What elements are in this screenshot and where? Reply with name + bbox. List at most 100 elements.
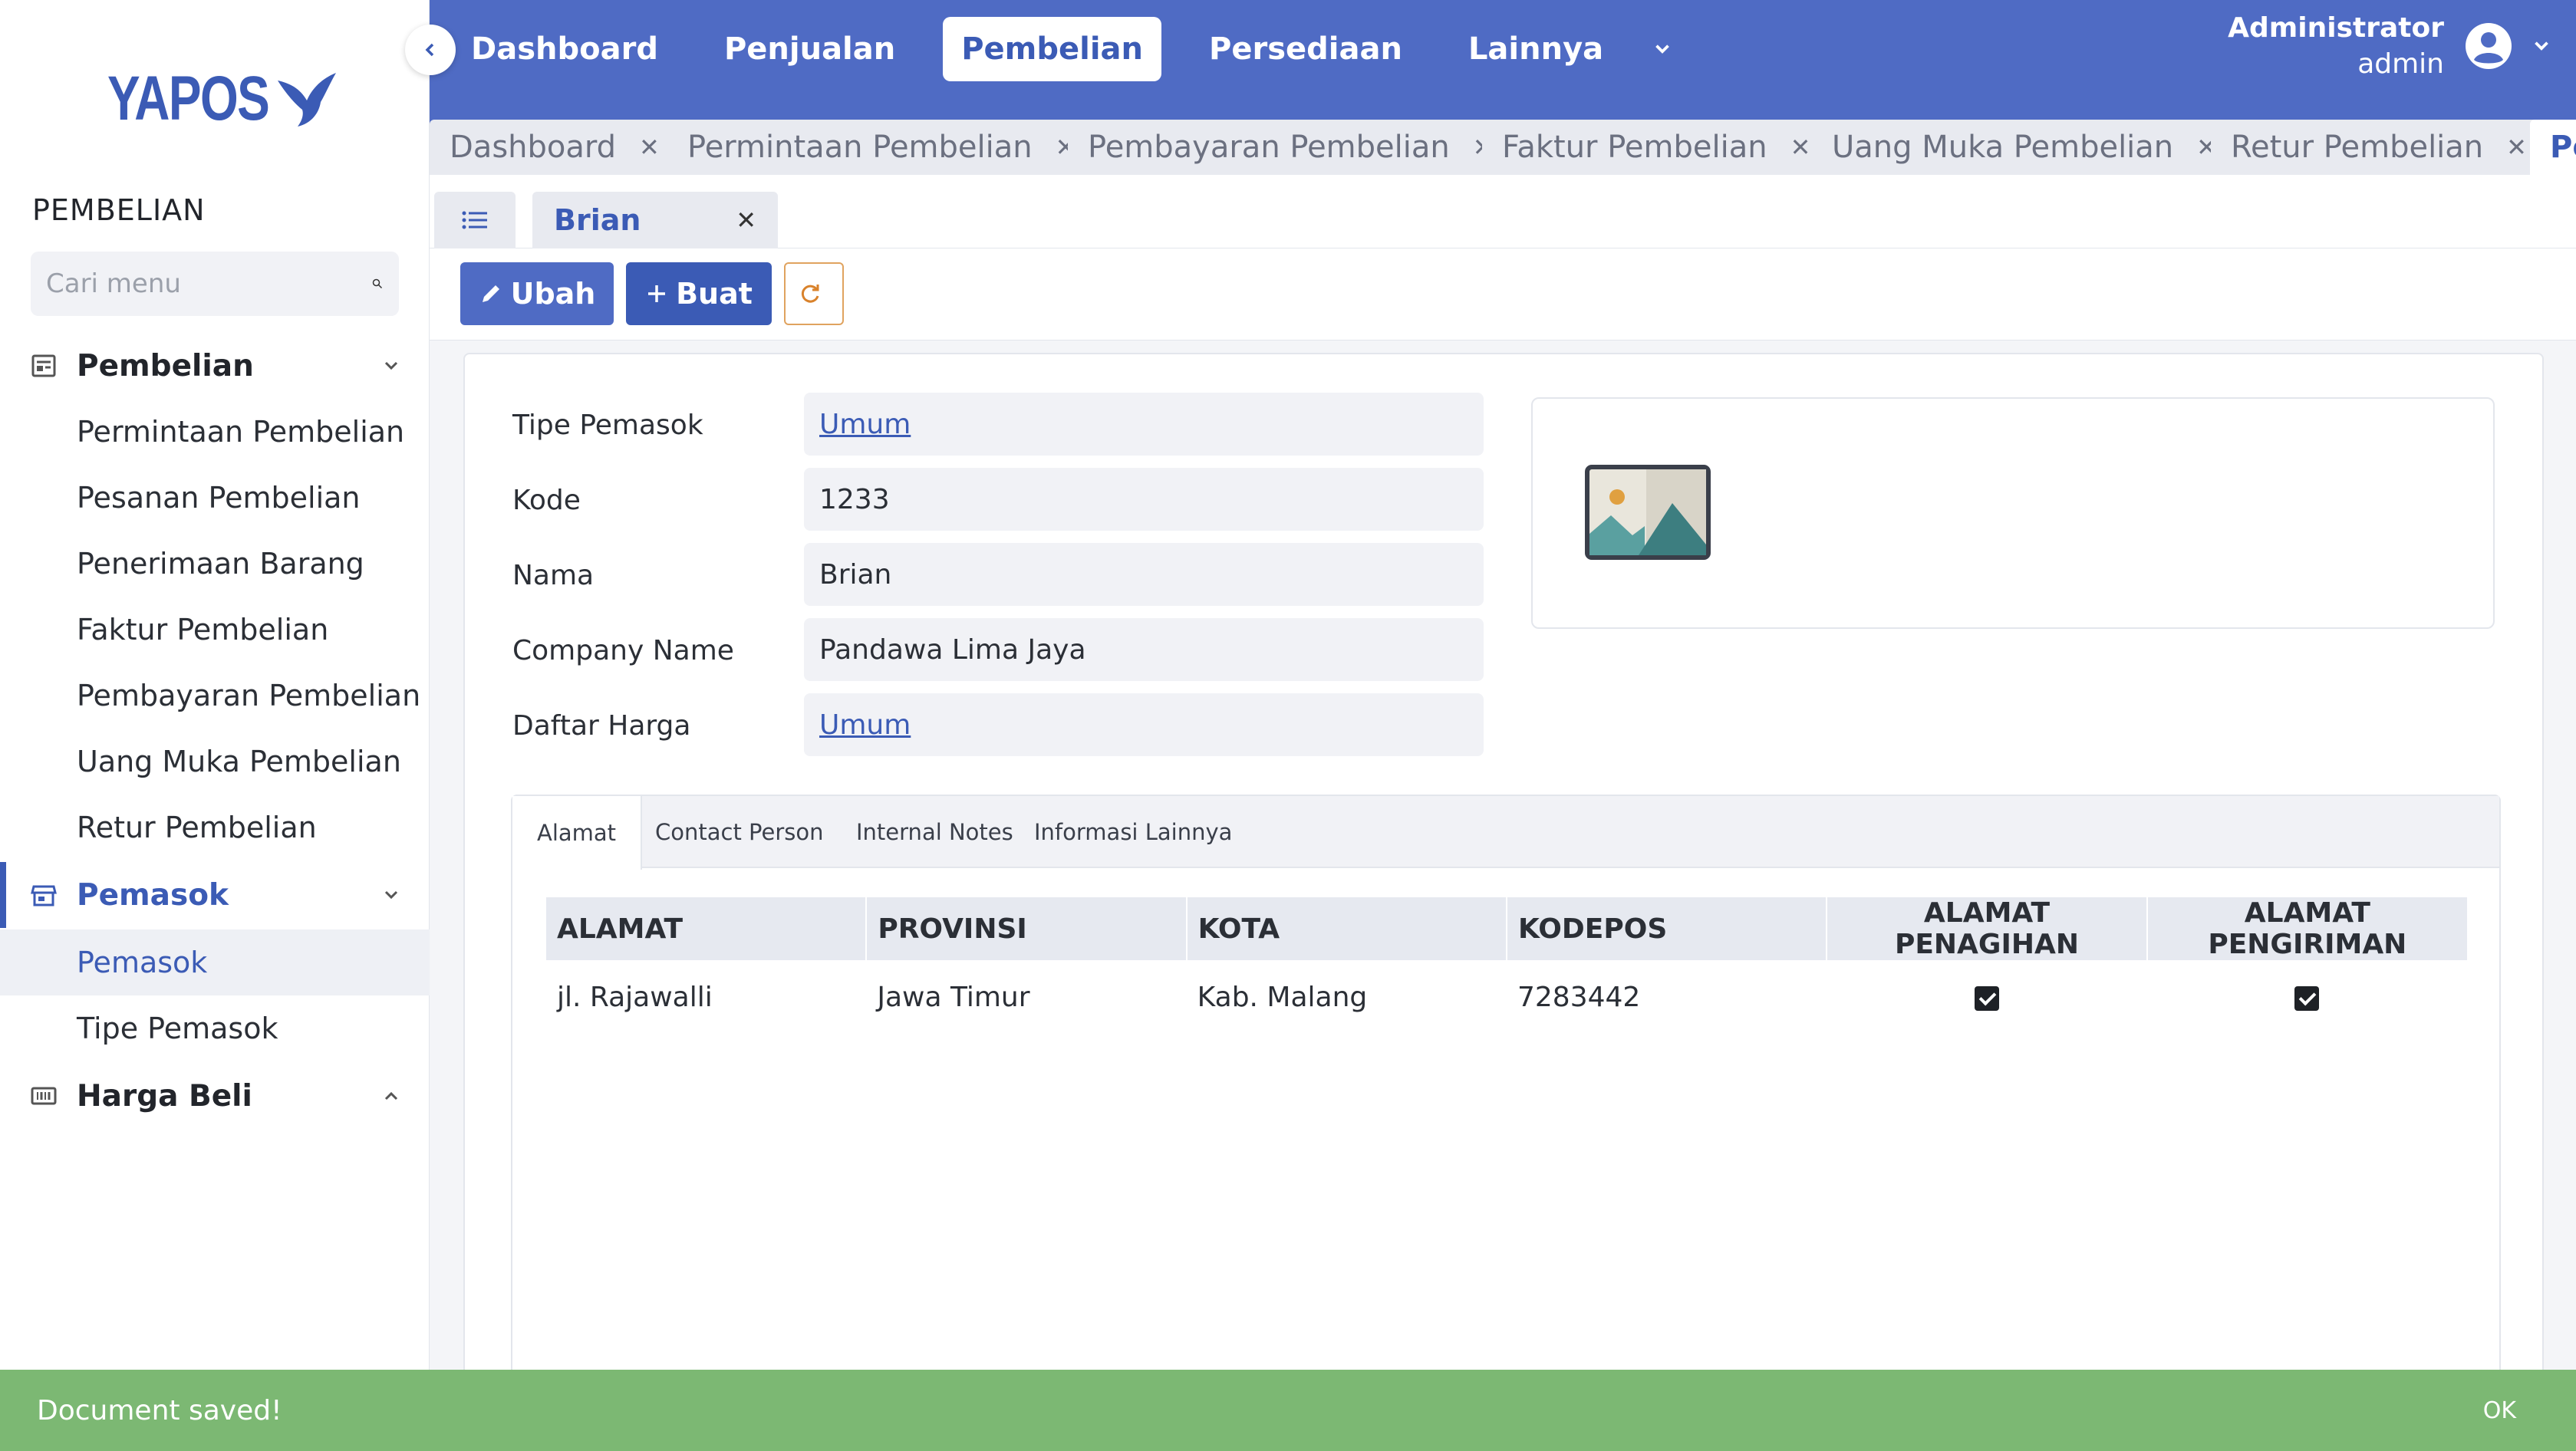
list-icon: [462, 211, 487, 229]
daftar-harga-link[interactable]: Umum: [819, 709, 911, 741]
nav-more-button[interactable]: [1651, 17, 1682, 81]
close-icon[interactable]: ✕: [2506, 133, 2527, 162]
column-header-kodepos[interactable]: KODEPOS: [1505, 897, 1827, 960]
sidebar-item-pemasok[interactable]: Pemasok: [0, 929, 430, 995]
doc-tab-faktur-pembelian[interactable]: Faktur Pembelian ✕: [1482, 120, 1831, 175]
sidebar-item-retur-pembelian[interactable]: Retur Pembelian: [0, 795, 430, 860]
sidebar-item-pesanan-pembelian[interactable]: Pesanan Pembelian: [0, 465, 430, 531]
cell-alamat-penagihan: [1827, 960, 2146, 1034]
column-header-alamat[interactable]: ALAMAT: [546, 897, 867, 960]
column-header-kota[interactable]: KOTA: [1185, 897, 1507, 960]
document-tabs: Dashboard ✕ Permintaan Pembelian ✕ Pembaya…: [430, 101, 2576, 175]
doc-tab-permintaan-pembelian[interactable]: Permintaan Pembelian ✕: [667, 120, 1096, 175]
doc-tab-label: Retur Pembelian: [2231, 130, 2484, 165]
record-tab-label: Brian: [554, 203, 641, 237]
doc-tab-label: Pe: [2550, 130, 2576, 165]
sidebar-item-faktur-pembelian[interactable]: Faktur Pembelian: [0, 597, 430, 663]
close-icon[interactable]: ✕: [639, 133, 660, 162]
sidebar-group-label: Pembelian: [77, 348, 254, 383]
edit-button[interactable]: Ubah: [460, 262, 614, 325]
table-header-row: ALAMAT PROVINSI KOTA KODEPOS ALAMAT PENA…: [546, 897, 2467, 960]
field-company-name: Pandawa Lima Jaya: [804, 618, 1484, 681]
doc-tab-label: Uang Muka Pembelian: [1832, 130, 2174, 165]
column-header-alamat-penagihan[interactable]: ALAMAT PENAGIHAN: [1826, 897, 2147, 960]
sidebar-group-label: Pemasok: [77, 877, 229, 913]
sidebar-group-pembelian[interactable]: Pembelian: [0, 333, 430, 399]
nav-penjualan[interactable]: Penjualan: [706, 17, 914, 81]
user-menu[interactable]: Administrator admin: [2228, 12, 2553, 80]
pencil-icon: [482, 285, 499, 302]
record-tabs-bar: Brian ✕: [430, 175, 2576, 248]
image-placeholder-icon: [1585, 465, 1711, 560]
nav-pembelian[interactable]: Pembelian: [943, 17, 1162, 81]
sidebar-group-harga-beli[interactable]: Harga Beli: [0, 1063, 430, 1129]
bird-logo-icon: [278, 73, 336, 127]
doc-tab-pembayaran-pembelian[interactable]: Pembayaran Pembelian✕: [1068, 120, 1514, 175]
list-view-tab[interactable]: [434, 192, 516, 248]
store-icon: [31, 885, 57, 906]
column-header-alamat-pengiriman[interactable]: ALAMAT PENGIRIMAN: [2146, 897, 2467, 960]
sidebar-collapse-button[interactable]: [405, 25, 456, 75]
close-icon[interactable]: ✕: [736, 206, 756, 235]
doc-tab-retur-pembelian[interactable]: Retur Pembelian ✕: [2211, 120, 2547, 175]
tab-contact-person[interactable]: Contact Person: [631, 796, 848, 868]
tab-informasi-lainnya[interactable]: Informasi Lainnya: [1010, 796, 1257, 868]
edit-button-label: Ubah: [510, 277, 596, 311]
sidebar-item-uang-muka-pembelian[interactable]: Uang Muka Pembelian: [0, 729, 430, 795]
column-header-provinsi[interactable]: PROVINSI: [865, 897, 1187, 960]
sidebar-item-permintaan-pembelian[interactable]: Permintaan Pembelian: [0, 399, 430, 465]
sidebar-group-pemasok[interactable]: Pemasok: [0, 862, 430, 928]
chevron-left-icon: [425, 43, 434, 57]
create-button[interactable]: Buat: [626, 262, 772, 325]
tab-internal-notes[interactable]: Internal Notes: [832, 796, 1038, 868]
sidebar-item-pembayaran-pembelian[interactable]: Pembayaran Pembelian: [0, 663, 430, 729]
detail-tab-panel: Alamat Contact Person Internal Notes Inf…: [511, 795, 2501, 1451]
nav-persediaan[interactable]: Persediaan: [1191, 17, 1421, 81]
sidebar-item-penerimaan-barang[interactable]: Penerimaan Barang: [0, 531, 430, 597]
field-label-kode: Kode: [512, 485, 581, 516]
record-tab-brian[interactable]: Brian ✕: [532, 192, 778, 248]
menu-search[interactable]: [31, 252, 399, 316]
doc-tab-label: Permintaan Pembelian: [687, 130, 1033, 165]
doc-tab-uang-muka-pembelian[interactable]: Uang Muka Pembelian ✕: [1812, 120, 2237, 175]
search-icon[interactable]: [371, 271, 384, 296]
supplier-image-box[interactable]: [1531, 397, 2495, 629]
field-label-company-name: Company Name: [512, 635, 734, 666]
chevron-down-icon: [1655, 44, 1669, 54]
doc-tab-label: Pembayaran Pembelian: [1088, 130, 1450, 165]
create-button-label: Buat: [676, 277, 753, 311]
plus-icon: [648, 285, 666, 302]
close-icon[interactable]: ✕: [1790, 133, 1811, 162]
tab-alamat[interactable]: Alamat: [512, 796, 643, 870]
toast-message: Document saved!: [37, 1394, 282, 1426]
menu-search-input[interactable]: [46, 268, 371, 299]
refresh-icon: [801, 285, 819, 303]
cell-provinsi: Jawa Timur: [877, 981, 1030, 1013]
nav-dashboard[interactable]: Dashboard: [453, 17, 677, 81]
toast-ok-button[interactable]: OK: [2483, 1397, 2516, 1424]
doc-tab-pemasok[interactable]: Pe: [2530, 120, 2576, 175]
field-label-daftar-harga: Daftar Harga: [512, 710, 691, 742]
sidebar-group-label: Harga Beli: [77, 1078, 252, 1114]
doc-tab-label: Dashboard: [450, 130, 617, 165]
doc-tab-dashboard[interactable]: Dashboard ✕: [430, 120, 680, 175]
user-name: Administrator: [2228, 12, 2444, 44]
nav-lainnya[interactable]: Lainnya: [1450, 17, 1622, 81]
logo-text: YAPOS: [107, 64, 270, 133]
supplier-form-card: Tipe Pemasok Umum Kode 1233 Nama Brian C…: [463, 353, 2544, 1451]
app-logo[interactable]: YAPOS: [107, 63, 339, 135]
checkbox-checked-icon: [1974, 985, 1999, 1011]
checkbox-checked-icon: [2294, 985, 2320, 1011]
cell-kota: Kab. Malang: [1197, 981, 1368, 1013]
sidebar-section-title: PEMBELIAN: [32, 193, 206, 227]
toast-notification: Document saved! OK: [0, 1370, 2576, 1451]
refresh-button[interactable]: [784, 262, 844, 325]
table-row[interactable]: jl. Rajawalli Jawa Timur Kab. Malang 728…: [546, 960, 2467, 1034]
avatar-icon[interactable]: [2464, 21, 2513, 71]
user-role: admin: [2357, 48, 2444, 80]
barcode-icon: [31, 1087, 57, 1105]
field-label-nama: Nama: [512, 560, 595, 591]
field-label-tipe-pemasok: Tipe Pemasok: [512, 410, 703, 441]
tipe-pemasok-link[interactable]: Umum: [819, 409, 911, 440]
sidebar-item-tipe-pemasok[interactable]: Tipe Pemasok: [0, 995, 430, 1061]
